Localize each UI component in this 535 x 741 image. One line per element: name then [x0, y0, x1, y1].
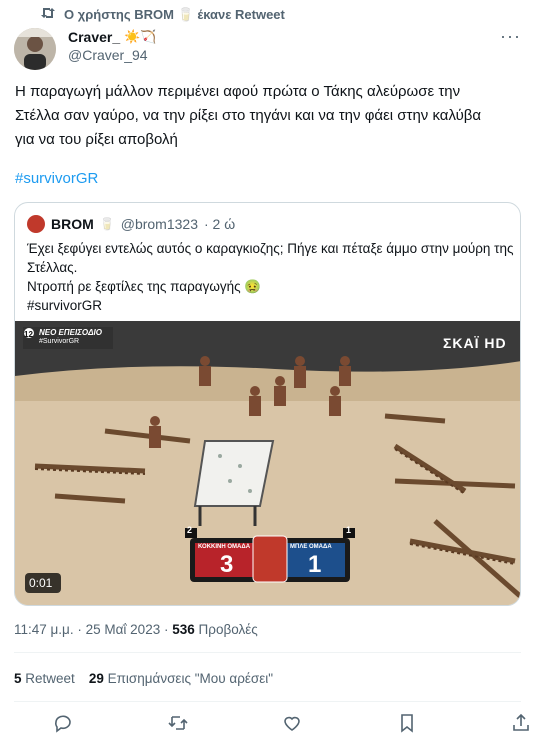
view-count: 536 [172, 622, 195, 637]
author-avatar[interactable] [14, 28, 56, 70]
video-duration: 0:01 [29, 576, 53, 590]
quoted-handle[interactable]: @brom1323 [121, 216, 198, 232]
share-icon[interactable] [510, 712, 532, 734]
retweet-count-label: Retweet [25, 671, 75, 686]
tweet-date[interactable]: 25 Μαΐ 2023 [86, 622, 161, 637]
team-left-name: ΚΟΚΚΙΝΗ ΟΜΑΔΑ [198, 544, 251, 550]
view-label: Προβολές [198, 622, 258, 637]
retweet-count: 5 [14, 671, 22, 686]
quoted-header: BROM 🥛 @brom1323 · 2 ώ [27, 215, 235, 233]
team-right-score: 1 [308, 551, 322, 578]
engagement-counts: 5 Retweet 29 Επισημάνσεις "Μου αρέσει" [14, 671, 273, 686]
like-count-link[interactable]: 29 Επισημάνσεις "Μου αρέσει" [89, 671, 273, 686]
channel-logo: ΣΚΑΪ HD [443, 335, 507, 351]
tweet-line: Η παραγωγή μάλλον περιμένει αφού πρώτα ο… [15, 83, 461, 100]
divider [14, 652, 521, 653]
video-player[interactable]: 12 ΝΕΟ ΕΠΕΙΣΟΔΙΟ #SurvivorGR ΣΚΑΪ HD 2 1… [15, 321, 520, 605]
like-count: 29 [88, 671, 104, 686]
retweet-action-icon[interactable] [167, 712, 189, 734]
video-overlay-badge: 12 [24, 330, 33, 339]
bookmark-icon[interactable] [396, 712, 418, 734]
quoted-text: Έχει ξεφύγει εντελώς αυτός ο καραγκιοζης… [27, 239, 514, 315]
tweet-line: για να του ρίξει αποβολή [15, 131, 178, 148]
retweet-count-link[interactable]: 5 Retweet [14, 671, 75, 686]
author-handle[interactable]: @Craver_94 [68, 47, 148, 63]
quoted-avatar[interactable] [27, 215, 45, 233]
quoted-time[interactable]: · 2 ώ [204, 216, 235, 232]
quoted-name[interactable]: BROM [51, 216, 94, 232]
team-left-score: 3 [220, 551, 234, 578]
video-frame [15, 321, 520, 605]
quoted-line: Στέλλας. [27, 260, 78, 275]
quoted-tweet[interactable]: BROM 🥛 @brom1323 · 2 ώ Έχει ξεφύγει εντε… [14, 202, 521, 606]
team-left-rank: 2 [187, 525, 193, 535]
action-bar [52, 712, 532, 734]
reply-icon[interactable] [52, 712, 74, 734]
retweet-header-text[interactable]: Ο χρήστης BROM 🥛 έκανε Retweet [64, 7, 285, 23]
team-right-name: ΜΠΛΕ ΟΜΑΔΑ [290, 544, 332, 550]
tweet-hashtag[interactable]: #survivorGR [15, 170, 98, 187]
tweet-time[interactable]: 11:47 μ.μ. [14, 622, 74, 637]
more-options-icon[interactable]: ··· [500, 26, 521, 47]
quoted-line: Ντροπή ρε ξεφτίλες της παραγωγής 🤢 [27, 279, 262, 294]
like-count-label: Επισημάνσεις "Μου αρέσει" [107, 671, 274, 686]
tweet-line: Στέλλα σαν γαύρο, να την ρίξει στο τηγάν… [15, 107, 482, 124]
retweet-header: Ο χρήστης BROM 🥛 έκανε Retweet [40, 6, 285, 23]
video-overlay-hashtag: #SurvivorGR [39, 338, 80, 345]
team-right-rank: 1 [346, 525, 352, 535]
like-icon[interactable] [281, 712, 303, 734]
quoted-line: Έχει ξεφύγει εντελώς αυτός ο καραγκιοζης… [27, 241, 514, 256]
tweet-timestamp[interactable]: 11:47 μ.μ. · 25 Μαΐ 2023 · 536 Προβολές [14, 622, 258, 637]
divider [14, 701, 521, 702]
retweet-icon [40, 6, 56, 23]
author-name-row[interactable]: Craver_ ☀️🏹 [68, 29, 157, 45]
tweet-text: Η παραγωγή μάλλον περιμένει αφού πρώτα ο… [15, 80, 520, 152]
video-overlay-title: ΝΕΟ ΕΠΕΙΣΟΔΙΟ [39, 328, 102, 337]
author-name-emoji: ☀️🏹 [124, 29, 157, 44]
quoted-badge: 🥛 [99, 217, 115, 231]
author-name[interactable]: Craver_ [68, 29, 120, 45]
quoted-hashtag[interactable]: #survivorGR [27, 296, 507, 315]
